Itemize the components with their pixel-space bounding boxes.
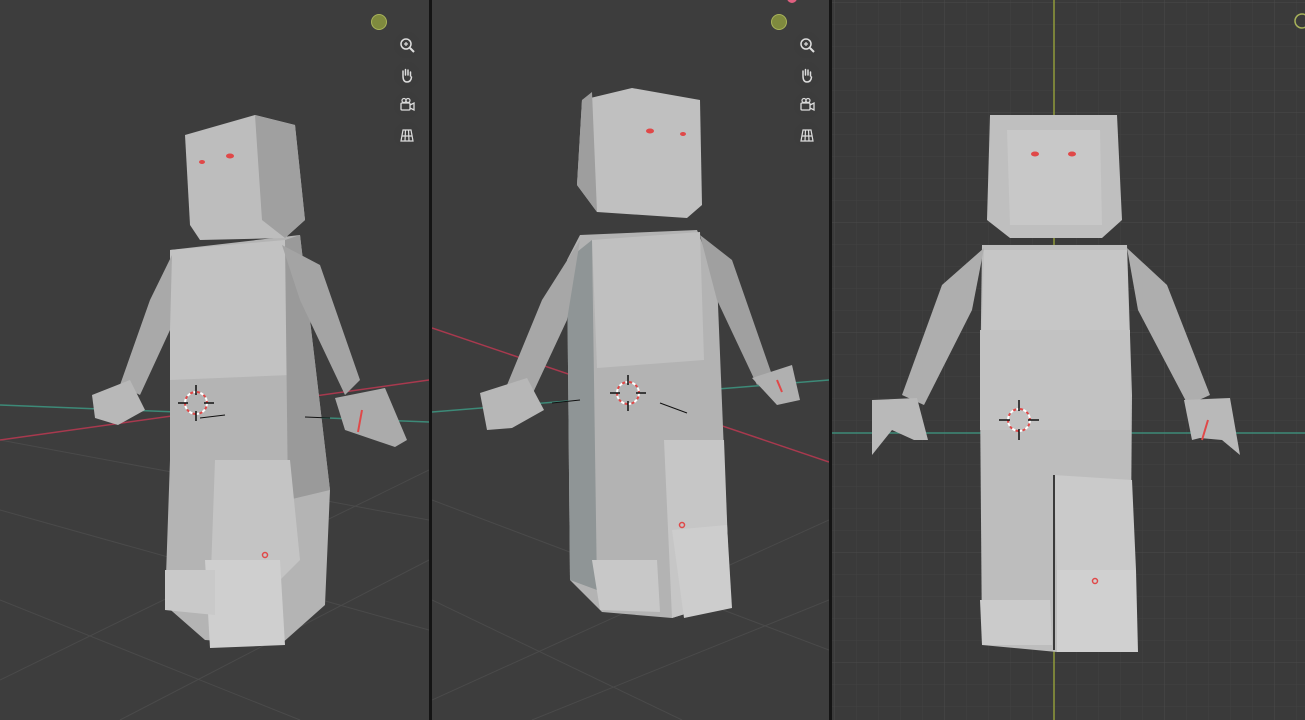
camera-view-icon[interactable]: [794, 92, 820, 118]
scene-canvas-left[interactable]: [0, 0, 429, 720]
zoom-icon[interactable]: [794, 32, 820, 58]
camera-view-icon[interactable]: [394, 92, 420, 118]
viewport-front-orthographic[interactable]: [832, 0, 1305, 720]
pan-hand-icon[interactable]: [394, 62, 420, 88]
viewport-perspective-left[interactable]: [0, 0, 429, 720]
orthographic-grid-icon[interactable]: [394, 122, 420, 148]
navigation-gizmo: [394, 32, 420, 148]
x-axis-gizmo-dot[interactable]: [787, 0, 797, 3]
lego-figure-mesh[interactable]: [480, 88, 800, 618]
view-gizmo-z-dot[interactable]: [771, 14, 787, 30]
view-gizmo-z-dot[interactable]: [371, 14, 387, 30]
orthographic-grid-icon[interactable]: [794, 122, 820, 148]
zoom-icon[interactable]: [394, 32, 420, 58]
viewport-perspective-right[interactable]: [432, 0, 829, 720]
scene-canvas-front[interactable]: [832, 0, 1305, 720]
lego-figure-mesh[interactable]: [92, 115, 407, 648]
scene-canvas-right[interactable]: [432, 0, 829, 720]
pan-hand-icon[interactable]: [794, 62, 820, 88]
navigation-gizmo: [794, 32, 820, 148]
